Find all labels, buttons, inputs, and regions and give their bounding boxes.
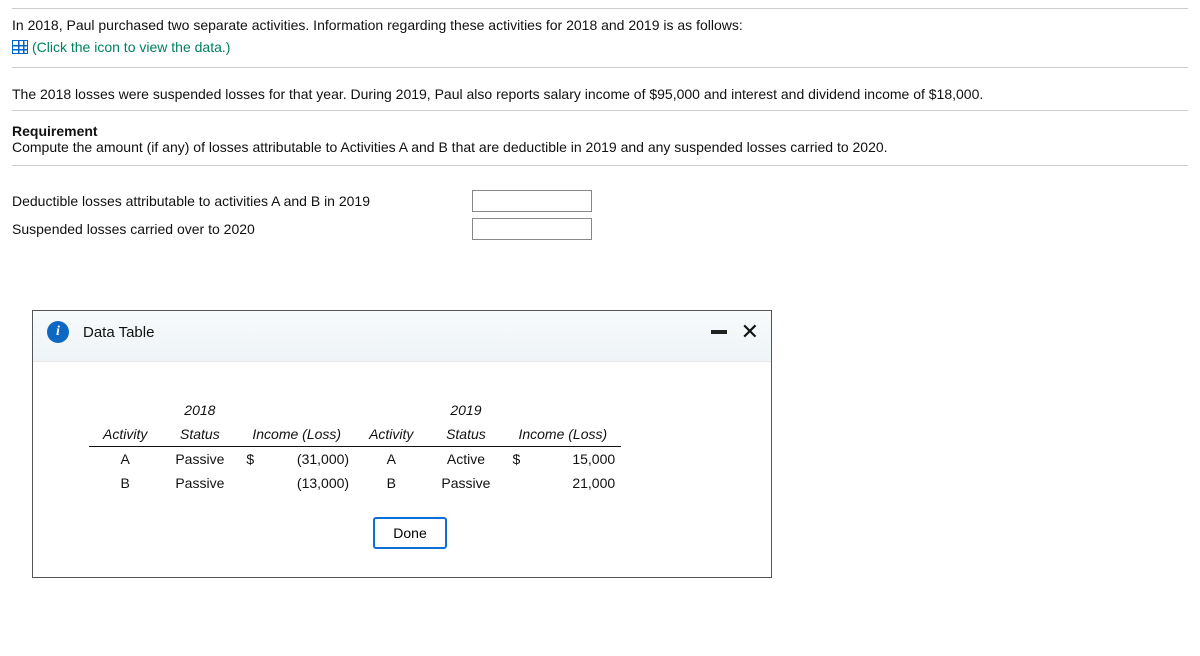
table-row: A Passive $ (31,000) A Active $ 15,000 xyxy=(89,447,621,472)
modal-title: Data Table xyxy=(83,324,711,341)
answer-row-deductible: Deductible losses attributable to activi… xyxy=(12,190,1188,212)
col-activity: Activity xyxy=(355,422,427,447)
year-2018-header: 2018 xyxy=(161,398,238,422)
answer-section: Deductible losses attributable to activi… xyxy=(12,190,1188,240)
cell-value: (31,000) xyxy=(254,447,355,472)
table-icon xyxy=(12,40,28,54)
minimize-icon[interactable] xyxy=(711,330,727,334)
view-data-link[interactable]: (Click the icon to view the data.) xyxy=(12,39,230,55)
year-row: 2018 2019 xyxy=(89,398,621,422)
col-income-loss: Income (Loss) xyxy=(504,422,621,447)
requirement-block: Requirement Compute the amount (if any) … xyxy=(12,117,1188,166)
data-table: 2018 2019 Activity Status Income (Loss) … xyxy=(89,398,621,495)
cell-currency xyxy=(504,471,520,495)
modal-body: 2018 2019 Activity Status Income (Loss) … xyxy=(33,362,771,577)
col-activity: Activity xyxy=(89,422,161,447)
cell-activity: A xyxy=(355,447,427,472)
cell-activity: B xyxy=(355,471,427,495)
cell-value: (13,000) xyxy=(254,471,355,495)
col-income-loss: Income (Loss) xyxy=(238,422,355,447)
cell-value: 15,000 xyxy=(520,447,621,472)
cell-value: 21,000 xyxy=(520,471,621,495)
scenario-text: The 2018 losses were suspended losses fo… xyxy=(12,78,1188,111)
deductible-losses-input[interactable] xyxy=(472,190,592,212)
table-row: B Passive (13,000) B Passive 21,000 xyxy=(89,471,621,495)
view-data-link-text: (Click the icon to view the data.) xyxy=(32,39,230,55)
close-icon[interactable]: ✕ xyxy=(741,321,759,343)
cell-activity: B xyxy=(89,471,161,495)
cell-currency xyxy=(238,471,254,495)
cell-status: Active xyxy=(427,447,504,472)
cell-status: Passive xyxy=(161,447,238,472)
modal-header: i Data Table ✕ xyxy=(33,311,771,362)
answer-row-suspended: Suspended losses carried over to 2020 xyxy=(12,218,1188,240)
problem-statement: In 2018, Paul purchased two separate act… xyxy=(12,8,1188,68)
cell-currency: $ xyxy=(238,447,254,472)
requirement-heading: Requirement xyxy=(12,123,1188,139)
cell-activity: A xyxy=(89,447,161,472)
col-status: Status xyxy=(427,422,504,447)
modal-controls: ✕ xyxy=(711,321,759,343)
answer-label: Deductible losses attributable to activi… xyxy=(12,193,472,209)
done-button[interactable]: Done xyxy=(373,517,446,549)
data-table-modal: i Data Table ✕ 2018 2019 Activity Status… xyxy=(32,310,772,578)
column-header-row: Activity Status Income (Loss) Activity S… xyxy=(89,422,621,447)
cell-currency: $ xyxy=(504,447,520,472)
cell-status: Passive xyxy=(427,471,504,495)
info-icon: i xyxy=(47,321,69,343)
suspended-losses-input[interactable] xyxy=(472,218,592,240)
year-2019-header: 2019 xyxy=(427,398,504,422)
col-status: Status xyxy=(161,422,238,447)
answer-label: Suspended losses carried over to 2020 xyxy=(12,221,472,237)
intro-text: In 2018, Paul purchased two separate act… xyxy=(12,15,1188,39)
cell-status: Passive xyxy=(161,471,238,495)
modal-footer: Done xyxy=(89,495,731,561)
requirement-text: Compute the amount (if any) of losses at… xyxy=(12,139,1188,155)
